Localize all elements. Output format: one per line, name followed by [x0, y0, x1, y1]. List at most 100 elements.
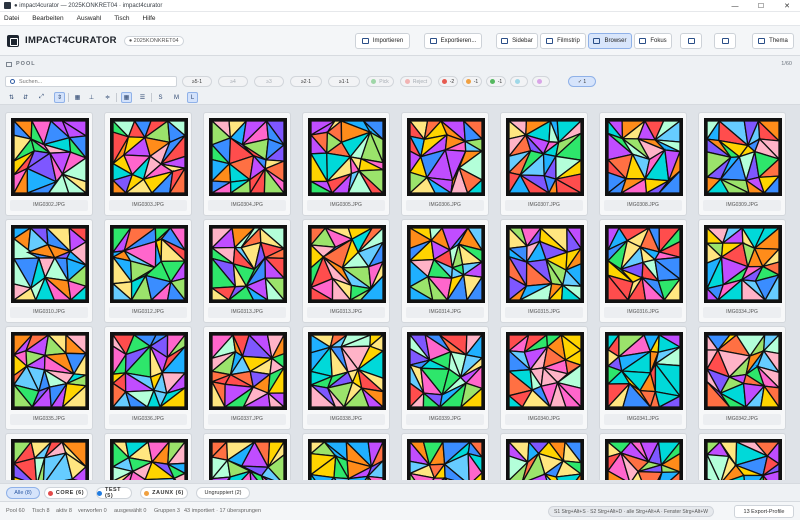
image-card[interactable]: IMG0342.JPG — [698, 326, 786, 430]
export-button[interactable]: Exportieren... — [424, 33, 482, 49]
fokus-button[interactable]: Fokus — [634, 33, 672, 49]
filter-chip[interactable]: ≥2·1 — [290, 76, 322, 87]
align-middle-icon[interactable]: ≑ — [102, 92, 113, 103]
image-card[interactable]: IMG0339.JPG — [401, 326, 489, 430]
size-medium-button[interactable]: M — [171, 92, 182, 103]
sort-order-icon[interactable]: ⇕ — [54, 92, 65, 103]
image-filename: IMG0307.JPG — [528, 202, 560, 208]
close-icon[interactable]: ✕ — [774, 0, 800, 12]
align-bottom-icon[interactable]: ⊥ — [86, 92, 97, 103]
color-dot-icon — [404, 79, 410, 84]
filter-chip[interactable]: -1 — [486, 76, 506, 87]
filter-chip[interactable]: ✓ 1 — [568, 76, 596, 87]
search-box[interactable] — [5, 76, 177, 87]
menu-datei[interactable]: Datei — [4, 15, 19, 22]
image-card[interactable]: IMG0341.JPG — [599, 326, 687, 430]
filter-chip[interactable]: -1 — [462, 76, 482, 87]
image-card[interactable]: IMG0313.JPG — [203, 219, 291, 323]
window-controls: — ☐ ✕ — [722, 0, 800, 12]
image-card[interactable]: IMG0308.JPG — [599, 112, 687, 216]
image-card[interactable]: IMG0306.JPG — [401, 112, 489, 216]
size-small-button[interactable]: S — [155, 92, 166, 103]
image-card[interactable] — [5, 433, 93, 480]
filter-chip[interactable] — [510, 76, 528, 87]
sort-asc-icon[interactable]: ⇅ — [6, 92, 17, 103]
panel-toggle-button[interactable] — [714, 33, 736, 49]
group-tab[interactable]: CORE (6) — [44, 487, 88, 499]
image-card[interactable]: IMG0303.JPG — [104, 112, 192, 216]
image-card[interactable] — [104, 433, 192, 480]
filter-chip[interactable]: Reject — [400, 76, 432, 87]
export-profiles-button[interactable]: 13 Export-Profile — [734, 505, 794, 518]
image-card[interactable]: IMG0309.JPG — [698, 112, 786, 216]
filter-chip[interactable]: Pick — [366, 76, 394, 87]
image-card[interactable]: IMG0335.JPG — [5, 326, 93, 430]
filter-chip[interactable]: ≥4 — [218, 76, 248, 87]
filter-chip[interactable]: -2 — [438, 76, 458, 87]
menu-tisch[interactable]: Tisch — [114, 15, 129, 22]
menu-bearbeiten[interactable]: Bearbeiten — [32, 15, 63, 22]
image-card[interactable]: IMG0316.JPG — [599, 219, 687, 323]
filter-chip[interactable]: ≥1·1 — [328, 76, 360, 87]
image-thumbnail — [407, 225, 485, 303]
menu-hilfe[interactable]: Hilfe — [143, 15, 156, 22]
image-card[interactable] — [302, 433, 390, 480]
layout-toggle-button[interactable] — [680, 33, 702, 49]
sort-desc-icon[interactable]: ⇵ — [20, 92, 31, 103]
filmstrip-button[interactable]: Filmstrip — [540, 33, 586, 49]
group-tab[interactable]: Ungruppiert (2) — [196, 487, 250, 499]
status-ausgewaehlt: ausgewählt 0 — [114, 508, 147, 514]
image-card[interactable]: IMG0307.JPG — [500, 112, 588, 216]
grid-view-icon[interactable]: ▦ — [121, 92, 132, 103]
filter-chip[interactable]: ≥3 — [254, 76, 284, 87]
expand-icon[interactable]: ⤢ — [36, 92, 47, 103]
image-card[interactable] — [698, 433, 786, 480]
search-input[interactable] — [19, 78, 169, 85]
image-card[interactable]: IMG0338.JPG — [302, 326, 390, 430]
image-card[interactable]: IMG0340.JPG — [500, 326, 588, 430]
image-filename: IMG0334.JPG — [726, 309, 758, 315]
color-dot-icon — [465, 79, 471, 84]
image-card[interactable] — [401, 433, 489, 480]
image-card[interactable]: IMG0334.JPG — [698, 219, 786, 323]
group-tab[interactable]: ZAUNX (6) — [140, 487, 188, 499]
image-filename: IMG0302.JPG — [33, 202, 65, 208]
group-tab[interactable]: Alle (8) — [6, 487, 40, 499]
image-filename: IMG0305.JPG — [330, 202, 362, 208]
minimize-icon[interactable]: — — [722, 0, 748, 12]
image-card[interactable] — [500, 433, 588, 480]
filter-chip[interactable] — [532, 76, 550, 87]
theme-button[interactable]: Thema — [752, 33, 794, 49]
maximize-icon[interactable]: ☐ — [748, 0, 774, 12]
image-card[interactable]: IMG0337.JPG — [203, 326, 291, 430]
image-filename: IMG0306.JPG — [429, 202, 461, 208]
size-large-button[interactable]: L — [187, 92, 198, 103]
image-card[interactable]: IMG0313.JPG — [302, 219, 390, 323]
image-card[interactable]: IMG0314.JPG — [401, 219, 489, 323]
list-view-icon[interactable]: ☰ — [137, 92, 148, 103]
group-tab[interactable]: TEST (5) — [96, 487, 132, 499]
logo-icon — [7, 34, 19, 47]
group-tab-label: ZAUNX (6) — [152, 490, 184, 496]
menu-auswahl[interactable]: Auswahl — [77, 15, 102, 22]
title-bar: ● impact4curator — 2025KONKRET04 · impac… — [0, 0, 800, 12]
shortcuts-hint: S1 Strg+Alt+S · S2 Strg+Alt+D · alle Str… — [548, 506, 714, 517]
image-thumbnail — [110, 225, 188, 303]
image-card[interactable]: IMG0304.JPG — [203, 112, 291, 216]
image-card[interactable] — [599, 433, 687, 480]
import-button[interactable]: Importieren — [355, 33, 410, 49]
filter-chip-label: ≥3 — [266, 78, 272, 85]
color-dot-icon — [489, 79, 495, 84]
date-sort-icon[interactable]: ▦ — [72, 92, 83, 103]
image-card[interactable]: IMG0305.JPG — [302, 112, 390, 216]
image-card[interactable]: IMG0310.JPG — [5, 219, 93, 323]
image-card[interactable] — [203, 433, 291, 480]
image-card[interactable]: IMG0312.JPG — [104, 219, 192, 323]
image-card[interactable]: IMG0302.JPG — [5, 112, 93, 216]
project-badge[interactable]: ● 2025KONKRET04 — [123, 35, 184, 46]
sidebar-button[interactable]: Sidebar — [496, 33, 538, 49]
image-card[interactable]: IMG0336.JPG — [104, 326, 192, 430]
image-card[interactable]: IMG0315.JPG — [500, 219, 588, 323]
filter-chip[interactable]: ≥5·1 — [182, 76, 212, 87]
browser-button[interactable]: Browser — [588, 33, 632, 49]
